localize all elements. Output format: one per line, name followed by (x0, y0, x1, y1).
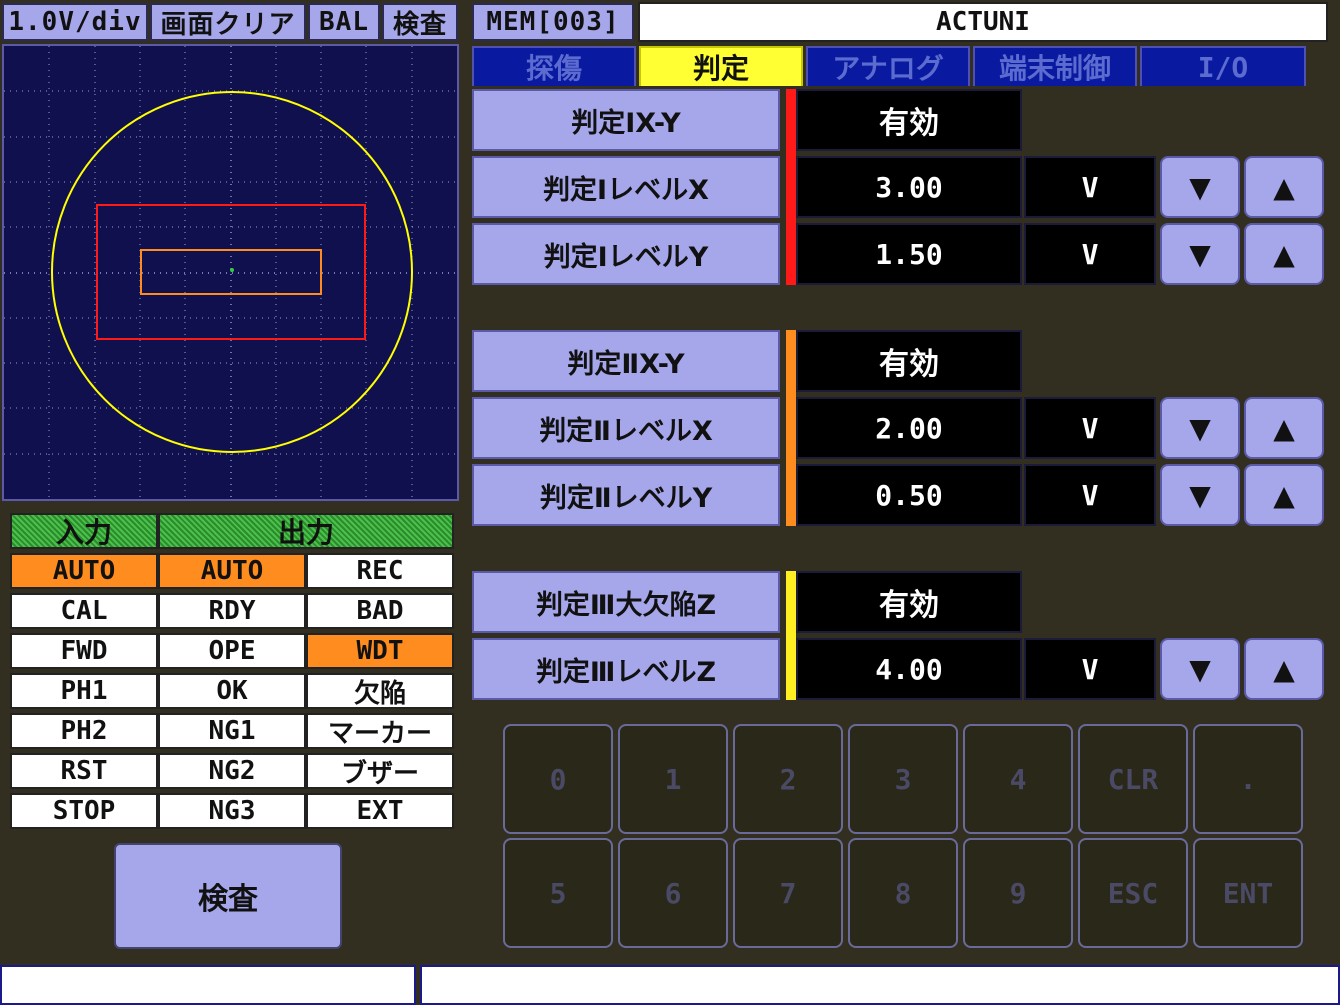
status-bar-right (420, 965, 1340, 1005)
judge1-level-y-down-button[interactable]: ▼ (1160, 223, 1240, 285)
signal-dot (230, 268, 234, 272)
scale-button[interactable]: 1.0V/div (2, 3, 148, 41)
io-cell-outputs2-4: マーカー (306, 713, 454, 749)
app-title: ACTUNI (638, 2, 1328, 42)
io-cell-inputs-3: PH1 (10, 673, 158, 709)
judge2-level-x-down-button[interactable]: ▼ (1160, 397, 1240, 459)
scope-grid (4, 46, 457, 499)
judge2-xy-value[interactable]: 有効 (796, 330, 1022, 392)
io-cell-outputs1-5: NG2 (158, 753, 306, 789)
io-cell-outputs2-3: 欠陥 (306, 673, 454, 709)
judge1-level-y-unit: V (1024, 223, 1156, 285)
key-0[interactable]: 0 (503, 724, 613, 834)
io-cell-outputs1-3: OK (158, 673, 306, 709)
judge1-rect (96, 204, 366, 340)
io-cell-outputs2-1: BAD (306, 593, 454, 629)
judge1-level-x-value[interactable]: 3.00 (796, 156, 1022, 218)
judge1-xy-label[interactable]: 判定ⅠX-Y (472, 89, 780, 151)
judge1-level-x-down-button[interactable]: ▼ (1160, 156, 1240, 218)
key-dot[interactable]: . (1193, 724, 1303, 834)
key-4[interactable]: 4 (963, 724, 1073, 834)
judge3-level-z-unit: V (1024, 638, 1156, 700)
judge2-level-x-label: 判定ⅡレベルX (472, 397, 780, 459)
judge3-z-label[interactable]: 判定Ⅲ大欠陥Z (472, 571, 780, 633)
tab-flaw-detection[interactable]: 探傷 (472, 46, 636, 86)
judge2-level-x-up-button[interactable]: ▲ (1244, 397, 1324, 459)
tab-terminal-control[interactable]: 端末制御 (973, 46, 1137, 86)
key-9[interactable]: 9 (963, 838, 1073, 948)
key-5[interactable]: 5 (503, 838, 613, 948)
inspect-toolbar-button[interactable]: 検査 (382, 3, 458, 41)
scope-graph (4, 46, 457, 499)
tab-analog[interactable]: アナログ (806, 46, 970, 86)
judge3-level-z-down-button[interactable]: ▼ (1160, 638, 1240, 700)
io-cell-inputs-6: STOP (10, 793, 158, 829)
judge3-level-z-label: 判定ⅢレベルZ (472, 638, 780, 700)
io-cell-outputs2-6: EXT (306, 793, 454, 829)
key-clr[interactable]: CLR (1078, 724, 1188, 834)
inspect-button[interactable]: 検査 (114, 843, 342, 949)
key-esc[interactable]: ESC (1078, 838, 1188, 948)
judge2-level-x-unit: V (1024, 397, 1156, 459)
io-cell-inputs-1: CAL (10, 593, 158, 629)
output-header: 出力 (158, 513, 454, 549)
io-cell-outputs1-2: OPE (158, 633, 306, 669)
judge1-level-y-value[interactable]: 1.50 (796, 223, 1022, 285)
judge1-level-x-unit: V (1024, 156, 1156, 218)
judge3-level-z-up-button[interactable]: ▲ (1244, 638, 1324, 700)
key-3[interactable]: 3 (848, 724, 958, 834)
judge2-level-y-label: 判定ⅡレベルY (472, 464, 780, 526)
judge2-level-y-down-button[interactable]: ▼ (1160, 464, 1240, 526)
judge2-level-x-value[interactable]: 2.00 (796, 397, 1022, 459)
io-cell-outputs1-4: NG1 (158, 713, 306, 749)
io-cell-inputs-5: RST (10, 753, 158, 789)
judge1-level-y-label: 判定ⅠレベルY (472, 223, 780, 285)
judge1-level-x-label: 判定ⅠレベルX (472, 156, 780, 218)
judge2-level-y-value[interactable]: 0.50 (796, 464, 1022, 526)
input-header: 入力 (10, 513, 158, 549)
io-cell-inputs-0: AUTO (10, 553, 158, 589)
bal-button[interactable]: BAL (308, 3, 380, 41)
judge3-level-z-value[interactable]: 4.00 (796, 638, 1022, 700)
key-8[interactable]: 8 (848, 838, 958, 948)
clear-screen-button[interactable]: 画面クリア (150, 3, 306, 41)
tab-judgement[interactable]: 判定 (639, 46, 803, 86)
mem-indicator: MEM[003] (472, 3, 634, 41)
io-cell-outputs2-0: REC (306, 553, 454, 589)
judge3-color-bar (786, 571, 796, 700)
key-ent[interactable]: ENT (1193, 838, 1303, 948)
io-cell-outputs2-5: ブザー (306, 753, 454, 789)
io-cell-inputs-2: FWD (10, 633, 158, 669)
status-bar-left (0, 965, 416, 1005)
io-cell-inputs-4: PH2 (10, 713, 158, 749)
judge2-level-y-up-button[interactable]: ▲ (1244, 464, 1324, 526)
tab-io[interactable]: I/O (1140, 46, 1306, 86)
judge2-color-bar (786, 330, 796, 526)
key-7[interactable]: 7 (733, 838, 843, 948)
key-2[interactable]: 2 (733, 724, 843, 834)
judge2-xy-label[interactable]: 判定ⅡX-Y (472, 330, 780, 392)
io-cell-outputs1-6: NG3 (158, 793, 306, 829)
key-6[interactable]: 6 (618, 838, 728, 948)
judge1-level-y-up-button[interactable]: ▲ (1244, 223, 1324, 285)
key-1[interactable]: 1 (618, 724, 728, 834)
judge1-xy-value[interactable]: 有効 (796, 89, 1022, 151)
scope-display (2, 44, 459, 501)
io-cell-outputs2-2: WDT (306, 633, 454, 669)
judge1-color-bar (786, 89, 796, 285)
judge1-level-x-up-button[interactable]: ▲ (1244, 156, 1324, 218)
io-cell-outputs1-1: RDY (158, 593, 306, 629)
judge2-level-y-unit: V (1024, 464, 1156, 526)
io-cell-outputs1-0: AUTO (158, 553, 306, 589)
judge3-z-value[interactable]: 有効 (796, 571, 1022, 633)
